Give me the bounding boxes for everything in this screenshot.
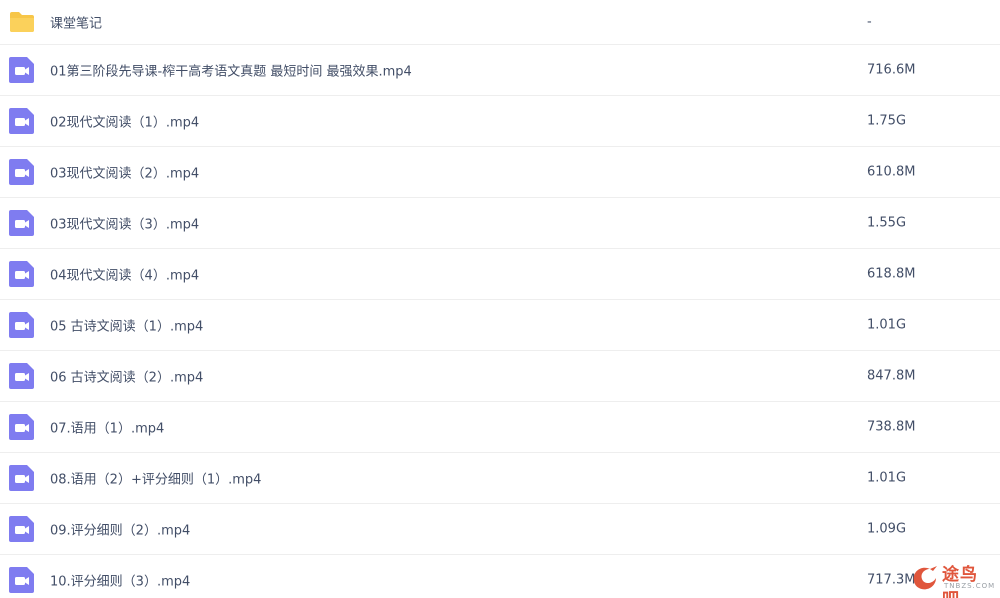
file-name[interactable]: 06 古诗文阅读（2）.mp4 [50, 367, 203, 386]
file-size: 1.09G [867, 521, 907, 537]
file-size: 618.8M [867, 266, 916, 282]
list-item[interactable]: 10.评分细则（3）.mp4 717.3M [0, 555, 1000, 598]
video-file-icon [9, 516, 34, 542]
watermark-subtext: TNBZS.COM [944, 582, 996, 590]
file-list: 课堂笔记 - 01第三阶段先导课-榨干高考语文真题 最短时间 最强效果.mp4 … [0, 0, 1000, 598]
file-name[interactable]: 05 古诗文阅读（1）.mp4 [50, 316, 203, 335]
video-file-icon [9, 108, 34, 134]
watermark-text: 途鸟吧 [942, 565, 978, 598]
list-item[interactable]: 04现代文阅读（4）.mp4 618.8M [0, 249, 1000, 300]
file-name[interactable]: 01第三阶段先导课-榨干高考语文真题 最短时间 最强效果.mp4 [50, 61, 412, 80]
file-name[interactable]: 03现代文阅读（3）.mp4 [50, 214, 199, 233]
list-item[interactable]: 01第三阶段先导课-榨干高考语文真题 最短时间 最强效果.mp4 716.6M [0, 45, 1000, 96]
list-item[interactable]: 05 古诗文阅读（1）.mp4 1.01G [0, 300, 1000, 351]
video-file-icon [9, 363, 34, 389]
folder-icon [10, 12, 34, 32]
video-file-icon [9, 312, 34, 338]
list-item[interactable]: 08.语用（2）+评分细则（1）.mp4 1.01G [0, 453, 1000, 504]
file-name[interactable]: 03现代文阅读（2）.mp4 [50, 163, 199, 182]
list-item[interactable]: 03现代文阅读（3）.mp4 1.55G [0, 198, 1000, 249]
list-item[interactable]: 03现代文阅读（2）.mp4 610.8M [0, 147, 1000, 198]
file-name[interactable]: 04现代文阅读（4）.mp4 [50, 265, 199, 284]
file-size: 610.8M [867, 164, 916, 180]
file-size: 738.8M [867, 419, 916, 435]
video-file-icon [9, 414, 34, 440]
file-size: 716.6M [867, 62, 916, 78]
watermark-logo: 途鸟吧 TNBZS.COM [908, 558, 996, 598]
file-size: - [867, 14, 872, 30]
video-file-icon [9, 261, 34, 287]
file-name[interactable]: 08.语用（2）+评分细则（1）.mp4 [50, 469, 261, 488]
file-size: 1.75G [867, 113, 907, 129]
list-item[interactable]: 07.语用（1）.mp4 738.8M [0, 402, 1000, 453]
video-file-icon [9, 567, 34, 593]
video-file-icon [9, 210, 34, 236]
list-item[interactable]: 09.评分细则（2）.mp4 1.09G [0, 504, 1000, 555]
file-size: 1.01G [867, 317, 907, 333]
file-name[interactable]: 07.语用（1）.mp4 [50, 418, 164, 437]
file-name[interactable]: 10.评分细则（3）.mp4 [50, 571, 190, 590]
video-file-icon [9, 159, 34, 185]
file-name[interactable]: 课堂笔记 [50, 13, 102, 32]
file-name[interactable]: 09.评分细则（2）.mp4 [50, 520, 190, 539]
file-name[interactable]: 02现代文阅读（1）.mp4 [50, 112, 199, 131]
list-item[interactable]: 课堂笔记 - [0, 0, 1000, 45]
video-file-icon [9, 57, 34, 83]
file-size: 1.01G [867, 470, 907, 486]
bird-logo-icon [913, 566, 937, 590]
file-size: 1.55G [867, 215, 907, 231]
list-item[interactable]: 06 古诗文阅读（2）.mp4 847.8M [0, 351, 1000, 402]
file-size: 847.8M [867, 368, 916, 384]
list-item[interactable]: 02现代文阅读（1）.mp4 1.75G [0, 96, 1000, 147]
video-file-icon [9, 465, 34, 491]
